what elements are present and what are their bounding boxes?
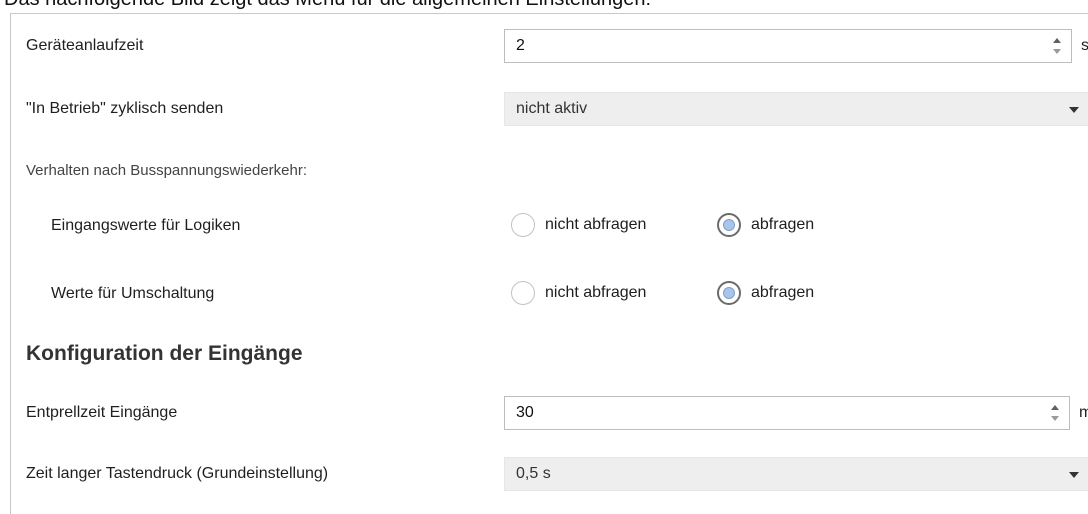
- long-press-value: 0,5 s: [516, 465, 551, 482]
- bus-recovery-heading: Verhalten nach Busspannungswiederkehr:: [26, 162, 308, 179]
- debounce-label: Entprellzeit Eingänge: [26, 404, 178, 421]
- long-press-dropdown[interactable]: 0,5 s: [504, 457, 1088, 491]
- long-press-label: Zeit langer Tastendruck (Grundeinstellun…: [26, 465, 329, 482]
- switch-values-radio-nicht-abfragen[interactable]: [511, 281, 535, 305]
- switch-values-option-abfragen[interactable]: abfragen: [751, 284, 814, 302]
- cyclic-send-label: "In Betrieb" zyklisch senden: [26, 100, 224, 117]
- chevron-down-icon[interactable]: [1051, 416, 1059, 421]
- section-title-inputs: Konfiguration der Eingänge: [26, 342, 303, 365]
- startup-time-value[interactable]: 2: [516, 37, 525, 55]
- chevron-down-icon[interactable]: [1053, 49, 1061, 54]
- debounce-spinner[interactable]: 30: [504, 396, 1070, 430]
- spinner-arrows[interactable]: [1043, 397, 1069, 429]
- debounce-unit: ms: [1079, 404, 1088, 421]
- logic-inputs-label: Eingangswerte für Logiken: [51, 217, 241, 234]
- settings-panel: Geräteanlaufzeit 2 s "In Betrieb" zyklis…: [10, 13, 1088, 514]
- switch-values-option-nicht-abfragen[interactable]: nicht abfragen: [545, 284, 646, 302]
- startup-time-label: Geräteanlaufzeit: [26, 37, 144, 54]
- logic-inputs-option-nicht-abfragen[interactable]: nicht abfragen: [545, 216, 646, 234]
- logic-inputs-option-abfragen[interactable]: abfragen: [751, 216, 814, 234]
- debounce-value[interactable]: 30: [516, 404, 534, 422]
- page-caption: Das nachfolgende Bild zeigt das Menü für…: [4, 0, 651, 11]
- chevron-up-icon[interactable]: [1053, 38, 1061, 43]
- startup-time-unit: s: [1081, 37, 1088, 54]
- logic-inputs-radio-abfragen[interactable]: [717, 213, 741, 237]
- spinner-arrows[interactable]: [1045, 30, 1071, 62]
- startup-time-spinner[interactable]: 2: [504, 29, 1072, 63]
- switch-values-radio-group: nicht abfragen abfragen: [511, 279, 911, 307]
- cyclic-send-value: nicht aktiv: [516, 100, 588, 117]
- logic-inputs-radio-group: nicht abfragen abfragen: [511, 211, 911, 239]
- cyclic-send-dropdown[interactable]: nicht aktiv: [504, 92, 1088, 126]
- chevron-up-icon[interactable]: [1051, 405, 1059, 410]
- caret-down-icon[interactable]: [1069, 107, 1079, 113]
- switch-values-label: Werte für Umschaltung: [51, 285, 215, 302]
- switch-values-radio-abfragen[interactable]: [717, 281, 741, 305]
- logic-inputs-radio-nicht-abfragen[interactable]: [511, 213, 535, 237]
- caret-down-icon[interactable]: [1069, 472, 1079, 478]
